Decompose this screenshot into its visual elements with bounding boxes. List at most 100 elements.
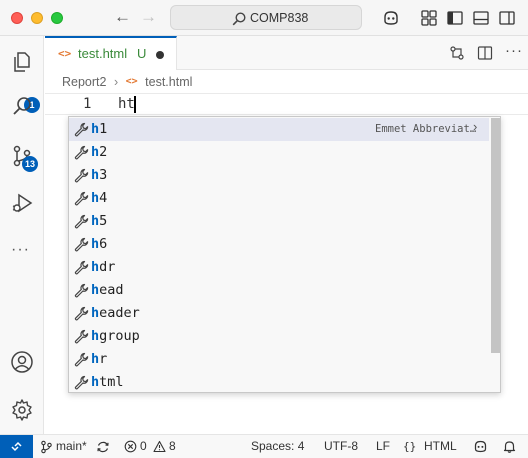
- tab-label: test.html: [78, 46, 128, 61]
- suggestion-match: h: [91, 282, 100, 298]
- error-icon: [124, 440, 137, 453]
- chevron-right-icon: ›: [113, 74, 119, 89]
- suggestion-match: h: [91, 213, 100, 229]
- search-text: COMP838: [250, 11, 309, 25]
- breadcrumb-file[interactable]: test.html: [145, 75, 192, 89]
- wrench-icon: [74, 283, 89, 298]
- suggestion-item[interactable]: hgroup: [69, 325, 489, 348]
- suggestion-item[interactable]: head: [69, 279, 489, 302]
- zoom-window-button[interactable]: [51, 12, 63, 24]
- minimize-window-button[interactable]: [31, 12, 43, 24]
- editor-current-line[interactable]: 1 ht: [45, 93, 528, 115]
- suggestion-rest: 3: [99, 167, 108, 183]
- suggestion-match: h: [91, 374, 100, 390]
- wrench-icon: [74, 329, 89, 344]
- close-window-button[interactable]: [11, 12, 23, 24]
- more-actions-button[interactable]: ···: [505, 42, 523, 59]
- open-changes-icon[interactable]: [449, 45, 465, 61]
- suggestion-rest: group: [99, 328, 140, 344]
- suggestion-item[interactable]: h2: [69, 141, 489, 164]
- eol-status[interactable]: LF: [376, 439, 390, 453]
- tab-test-html[interactable]: <> test.html U: [45, 36, 177, 70]
- suggestion-item[interactable]: html: [69, 371, 489, 394]
- suggestion-rest: 4: [99, 190, 108, 206]
- more-views-button[interactable]: ···: [11, 241, 30, 259]
- suggestion-match: h: [91, 121, 100, 137]
- suggestion-rest: 1: [99, 121, 108, 137]
- wrench-icon: [74, 191, 89, 206]
- breadcrumb-folder[interactable]: Report2: [62, 75, 106, 89]
- suggestion-rest: r: [99, 351, 108, 367]
- remote-indicator-button[interactable]: [0, 435, 33, 458]
- html-file-icon: <>: [125, 76, 138, 88]
- suggestion-item[interactable]: h3: [69, 164, 489, 187]
- branch-icon: [41, 440, 52, 454]
- toggle-secondary-sidebar-icon[interactable]: [498, 9, 516, 27]
- suggestion-label: h2: [91, 144, 107, 160]
- branch-name[interactable]: main*: [56, 439, 87, 453]
- suggestion-item[interactable]: hr: [69, 348, 489, 371]
- suggestion-rest: eader: [99, 305, 140, 321]
- copilot-icon[interactable]: [382, 9, 400, 27]
- forward-button[interactable]: →: [140, 7, 157, 27]
- run-and-debug-icon[interactable]: [10, 191, 34, 215]
- notifications-bell-icon[interactable]: [502, 439, 517, 454]
- sync-icon[interactable]: [96, 440, 110, 454]
- explorer-icon[interactable]: [10, 50, 34, 74]
- wrench-icon: [74, 237, 89, 252]
- suggestion-rest: 6: [99, 236, 108, 252]
- suggestion-match: h: [91, 190, 100, 206]
- wrench-icon: [74, 214, 89, 229]
- suggestion-item[interactable]: hdr: [69, 256, 489, 279]
- editor-text[interactable]: ht: [118, 96, 135, 112]
- error-count[interactable]: 0: [140, 439, 147, 453]
- suggestion-rest: 5: [99, 213, 108, 229]
- suggestion-rest: dr: [99, 259, 116, 275]
- search-icon[interactable]: [10, 94, 34, 118]
- command-center-search[interactable]: COMP838: [170, 5, 362, 30]
- suggestion-label: hgroup: [91, 328, 140, 344]
- suggestion-label: h1: [91, 121, 107, 137]
- wrench-icon: [74, 352, 89, 367]
- suggestion-item[interactable]: header: [69, 302, 489, 325]
- suggestion-item[interactable]: h5: [69, 210, 489, 233]
- wrench-icon: [74, 168, 89, 183]
- search-icon: [232, 12, 246, 26]
- breadcrumb: Report2 › <> test.html: [62, 74, 192, 92]
- suggestion-rest: ead: [99, 282, 124, 298]
- activity-bar: 1 13 ···: [0, 36, 44, 434]
- customize-layout-icon[interactable]: [420, 9, 438, 27]
- suggestion-label: header: [91, 305, 140, 321]
- toggle-primary-sidebar-icon[interactable]: [446, 9, 464, 27]
- wrench-icon: [74, 145, 89, 160]
- suggestion-label: h6: [91, 236, 107, 252]
- title-bar: ← → COMP838: [0, 0, 528, 36]
- suggestion-item[interactable]: h4: [69, 187, 489, 210]
- source-control-badge: 13: [22, 156, 38, 172]
- account-icon[interactable]: [10, 350, 34, 374]
- suggestion-label: h3: [91, 167, 107, 183]
- status-bar: main* 0 8 Spaces: 4 UTF-8 LF {} HTML: [0, 434, 528, 458]
- gear-icon[interactable]: [10, 398, 34, 422]
- warning-icon: [153, 440, 166, 453]
- warning-count[interactable]: 8: [169, 439, 176, 453]
- suggestion-item[interactable]: h6: [69, 233, 489, 256]
- suggestion-label: h5: [91, 213, 107, 229]
- copilot-status-icon[interactable]: [473, 439, 488, 454]
- suggestion-widget: h1 h2 h3 h4 h5 h6 hdr head header hgroup hr html Em…: [68, 116, 501, 393]
- read-more-chevron-icon[interactable]: ›: [473, 119, 477, 134]
- tab-git-status: U: [137, 46, 147, 61]
- toggle-panel-icon[interactable]: [472, 9, 490, 27]
- suggestion-label: h4: [91, 190, 107, 206]
- back-button[interactable]: ←: [114, 7, 131, 27]
- suggestion-label: hr: [91, 351, 107, 367]
- suggestion-scrollbar[interactable]: [491, 118, 500, 353]
- unsaved-dot-icon[interactable]: [156, 51, 164, 59]
- encoding-status[interactable]: UTF-8: [324, 439, 358, 453]
- split-editor-icon[interactable]: [477, 45, 493, 61]
- indentation-status[interactable]: Spaces: 4: [251, 439, 304, 453]
- html-file-icon: <>: [58, 47, 72, 60]
- suggestion-match: h: [91, 144, 100, 160]
- language-mode[interactable]: HTML: [424, 439, 457, 453]
- suggestion-match: h: [91, 259, 100, 275]
